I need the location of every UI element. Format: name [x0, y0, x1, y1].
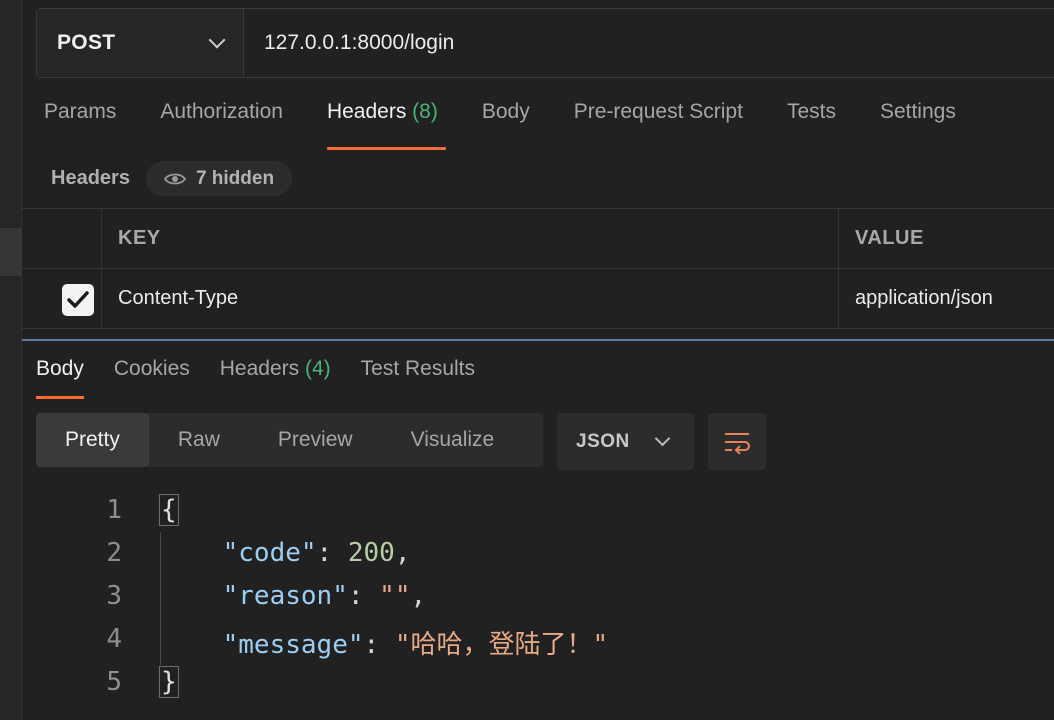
line-content: "reason": "",	[160, 581, 427, 611]
tab-authorization[interactable]: Authorization	[160, 100, 283, 150]
header-check-column	[22, 209, 102, 268]
view-pretty-button[interactable]: Pretty	[36, 413, 149, 467]
tab-body[interactable]: Body	[482, 100, 530, 150]
json-punct: ,	[410, 581, 427, 611]
view-preview-button[interactable]: Preview	[249, 413, 382, 467]
json-number: 200	[347, 538, 395, 568]
wrap-lines-button[interactable]	[708, 413, 766, 470]
key-column-label: KEY	[118, 227, 161, 249]
header-value-cell[interactable]: application/json	[839, 269, 1054, 328]
check-icon	[66, 290, 89, 308]
method-label: POST	[57, 31, 116, 54]
json-punct: ,	[394, 538, 411, 568]
tab-label: Headers	[326, 100, 407, 123]
tab-settings[interactable]: Settings	[880, 100, 956, 150]
hidden-headers-label: 7 hidden	[195, 167, 275, 189]
line-number: 4	[106, 624, 122, 654]
url-bar: POST	[36, 8, 1054, 78]
line-number: 5	[106, 667, 122, 697]
code-line: 3 "reason": "",	[22, 577, 1054, 620]
tab-tests[interactable]: Tests	[787, 100, 836, 150]
tab-label: Authorization	[160, 100, 283, 123]
hidden-headers-toggle[interactable]: 7 hidden	[145, 161, 293, 196]
response-tab-headers[interactable]: Headers (4)	[220, 357, 331, 399]
response-panel: Body Cookies Headers (4) Test Results Prett…	[22, 341, 1054, 720]
json-punct	[160, 538, 223, 568]
wrap-lines-icon	[725, 432, 750, 454]
line-number: 2	[106, 538, 122, 568]
code-line: 1{	[22, 491, 1054, 534]
table-row: Content-Type application/json	[22, 269, 1054, 329]
json-punct: }	[159, 666, 179, 698]
response-view-toggle: Pretty Raw Preview Visualize	[36, 413, 543, 467]
request-panel: POST ParamsAuthorizationHeaders (8)BodyP…	[22, 0, 1054, 720]
chevron-down-icon	[208, 31, 226, 49]
json-string: ""	[379, 581, 411, 611]
tab-label: Settings	[879, 100, 956, 123]
chevron-down-icon	[654, 430, 671, 447]
json-punct: :	[363, 630, 395, 660]
line-content: {	[159, 494, 179, 526]
key-column-header: KEY	[102, 209, 839, 268]
code-line: 5}	[22, 663, 1054, 706]
value-column-label: VALUE	[855, 227, 924, 249]
json-key: "reason"	[222, 581, 348, 611]
method-select[interactable]: POST	[37, 9, 244, 77]
tab-label: Body	[481, 100, 530, 123]
json-punct: :	[316, 538, 348, 568]
response-tab-test-results[interactable]: Test Results	[361, 357, 475, 399]
header-enabled-checkbox[interactable]	[61, 283, 94, 316]
response-tab-label: Test Results	[360, 357, 476, 380]
json-key: "code"	[222, 538, 317, 568]
json-key: "message"	[222, 630, 364, 660]
sidebar-active-marker	[0, 228, 22, 276]
headers-table-head: KEY VALUE	[22, 209, 1054, 269]
response-tab-label: Body	[36, 357, 84, 380]
response-tab-label: Headers	[219, 357, 300, 380]
line-number: 3	[106, 581, 122, 611]
indent-guide	[160, 532, 161, 665]
json-punct: :	[347, 581, 380, 611]
tab-count: (8)	[406, 100, 438, 123]
line-content: "message": "哈哈，登陆了！"	[160, 624, 609, 661]
header-key: Content-Type	[118, 287, 239, 309]
tab-params[interactable]: Params	[44, 100, 116, 150]
tab-label: Pre-request Script	[573, 100, 743, 123]
value-column-header: VALUE	[839, 209, 1054, 268]
row-check-cell	[22, 269, 102, 328]
code-line: 2 "code": 200,	[22, 534, 1054, 577]
json-punct	[160, 630, 223, 660]
response-tab-label: Cookies	[113, 357, 190, 380]
header-value: application/json	[855, 287, 993, 309]
line-number: 1	[106, 495, 122, 525]
format-select[interactable]: JSON	[557, 413, 694, 470]
json-punct	[160, 581, 223, 611]
view-raw-button[interactable]: Raw	[149, 413, 249, 467]
response-tab-count: (4)	[299, 357, 331, 380]
response-tabs: Body Cookies Headers (4) Test Results	[36, 357, 505, 399]
url-input[interactable]	[244, 9, 1054, 77]
line-content: }	[159, 666, 179, 698]
view-visualize-button[interactable]: Visualize	[382, 413, 524, 467]
header-key-cell[interactable]: Content-Type	[102, 269, 839, 328]
format-label: JSON	[576, 430, 630, 452]
tab-headers[interactable]: Headers (8)	[326, 100, 446, 150]
code-line: 4 "message": "哈哈，登陆了！"	[22, 620, 1054, 663]
headers-title: Headers	[51, 167, 130, 189]
response-tab-cookies[interactable]: Cookies	[114, 357, 190, 399]
headers-bar: Headers 7 hidden	[51, 161, 293, 196]
json-string: "哈哈，登陆了！"	[394, 630, 609, 660]
request-tabs: Params Authorization Headers (8) Body Pre-re…	[44, 100, 1000, 150]
tab-label: Params	[44, 100, 117, 123]
line-content: "code": 200,	[160, 538, 411, 568]
headers-table: KEY VALUE Content-Type application/json	[22, 208, 1054, 329]
response-tab-body[interactable]: Body	[36, 357, 84, 399]
eye-icon	[163, 172, 186, 186]
sidebar-strip	[0, 0, 22, 720]
tab-label: Tests	[786, 100, 836, 123]
tab-pre-request-script[interactable]: Pre-request Script	[574, 100, 743, 150]
json-punct: {	[159, 494, 179, 526]
